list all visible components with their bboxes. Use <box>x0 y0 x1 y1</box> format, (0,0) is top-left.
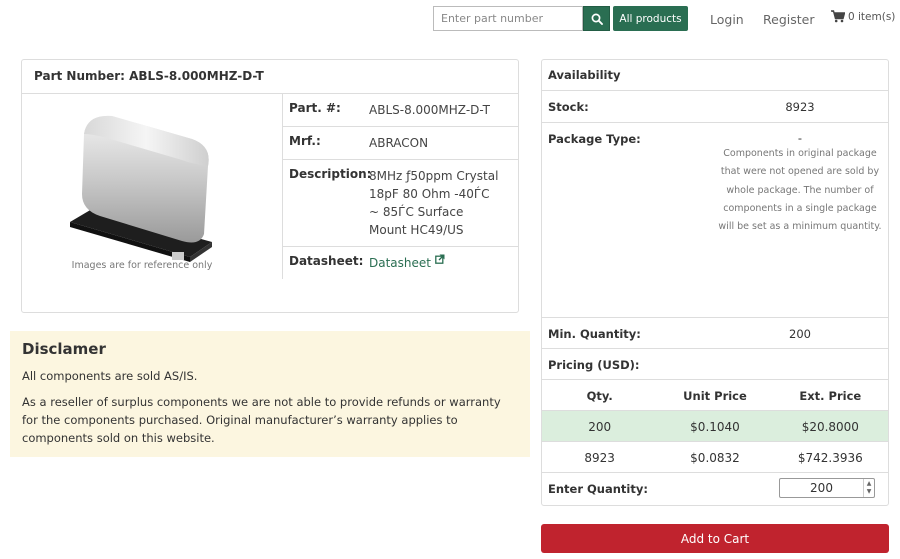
spec-label: Part. #: <box>289 101 341 115</box>
availability-header: Availability <box>542 60 888 91</box>
datasheet-link[interactable]: Datasheet <box>369 256 431 270</box>
spec-label: Datasheet: <box>289 254 364 268</box>
price-ext: $20.8000 <box>801 420 859 434</box>
pricing-table-row: 200 $0.1040 $20.8000 <box>542 411 888 442</box>
disclaimer-box: Disclamer All components are sold AS/IS.… <box>10 331 530 457</box>
package-type-cell: - Components in original package that we… <box>712 123 888 317</box>
spec-label: Description: <box>289 167 372 181</box>
min-quantity-label: Min. Quantity: <box>548 327 641 341</box>
pricing-label: Pricing (USD): <box>548 358 640 372</box>
pricing-table-header: Qty. Unit Price Ext. Price <box>542 380 888 411</box>
cart-icon <box>831 10 845 23</box>
stock-row: Stock: 8923 <box>542 91 888 123</box>
package-type-label: Package Type: <box>548 132 641 146</box>
package-type-row: Package Type: - Components in original p… <box>542 123 888 318</box>
spec-value: Datasheet <box>369 247 519 279</box>
search-input[interactable] <box>433 6 583 31</box>
quantity-stepper[interactable]: 200 ▲ ▼ <box>779 478 875 498</box>
product-image <box>22 94 282 279</box>
stock-value: 8923 <box>785 100 815 114</box>
crystal-component-image <box>70 115 212 262</box>
disclaimer-title: Disclamer <box>22 340 106 358</box>
stock-label: Stock: <box>548 100 589 114</box>
search-icon <box>591 13 603 25</box>
spec-row-manufacturer: Mrf.: ABRACON <box>283 127 519 160</box>
price-qty: 8923 <box>584 451 615 465</box>
min-quantity-value: 200 <box>789 327 811 341</box>
cart-count: 0 item(s) <box>848 10 896 23</box>
pricing-table-row: 8923 $0.0832 $742.3936 <box>542 442 888 473</box>
spec-row-part: Part. #: ABLS-8.000MHZ-D-T <box>283 94 519 127</box>
cart-link[interactable]: 0 item(s) <box>831 10 895 23</box>
spec-value: ABLS-8.000MHZ-D-T <box>369 103 490 117</box>
image-caption: Images are for reference only <box>71 260 213 271</box>
availability-title: Availability <box>548 68 621 82</box>
part-number-title: Part Number: ABLS-8.000MHZ-D-T <box>22 60 518 94</box>
col-header-unit-price: Unit Price <box>683 389 747 403</box>
spec-row-datasheet: Datasheet: Datasheet <box>283 247 519 279</box>
min-quantity-row: Min. Quantity: 200 <box>542 318 888 349</box>
pricing-row: Pricing (USD): <box>542 349 888 380</box>
price-unit: $0.1040 <box>690 420 740 434</box>
all-products-button[interactable]: All products <box>613 6 688 31</box>
disclaimer-text-2: As a reseller of surplus components we a… <box>22 395 501 445</box>
price-qty: 200 <box>588 420 612 434</box>
spinner-arrows-icon[interactable]: ▲ ▼ <box>863 479 874 497</box>
spec-value: ABRACON <box>369 136 429 150</box>
add-to-cart-button[interactable]: Add to Cart <box>541 524 889 553</box>
spec-row-description: Description: 8MHz ƒ50ppm Crystal 18pF 80… <box>283 160 519 247</box>
col-header-qty: Qty. <box>586 389 613 403</box>
price-unit: $0.0832 <box>690 451 740 465</box>
enter-quantity-label: Enter Quantity: <box>548 482 648 496</box>
product-card: Part Number: ABLS-8.000MHZ-D-T Images ar… <box>21 59 519 313</box>
spec-value: 8MHz ƒ50ppm Crystal 18pF 80 Ohm -40ЃC ~ … <box>369 169 499 237</box>
spec-table: Part. #: ABLS-8.000MHZ-D-T Mrf.: ABRACON… <box>282 94 519 279</box>
quantity-value[interactable]: 200 <box>780 481 863 495</box>
disclaimer-text-1: All components are sold AS/IS. <box>22 369 198 383</box>
top-bar: All products Login Register 0 item(s) <box>0 6 900 32</box>
enter-quantity-row: Enter Quantity: 200 ▲ ▼ <box>542 473 888 505</box>
spec-label: Mrf.: <box>289 134 321 148</box>
package-note: Components in original package that were… <box>718 148 882 233</box>
package-type-value: - <box>797 131 803 145</box>
search-button[interactable] <box>583 6 610 31</box>
register-link[interactable]: Register <box>763 12 814 27</box>
col-header-ext-price: Ext. Price <box>799 389 862 403</box>
availability-panel: Availability Stock: 8923 Package Type: -… <box>541 59 889 506</box>
login-link[interactable]: Login <box>710 12 744 27</box>
external-link-icon[interactable] <box>434 254 445 264</box>
price-ext: $742.3936 <box>797 451 863 465</box>
